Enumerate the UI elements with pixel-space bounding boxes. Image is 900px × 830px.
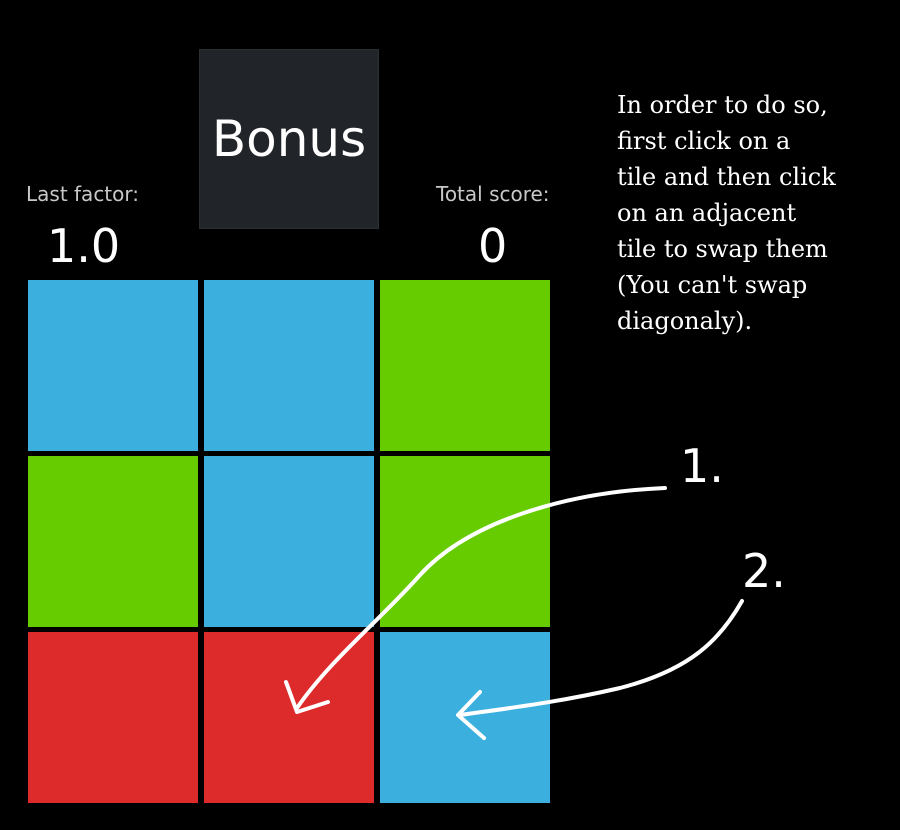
instruction-line: (You can't swap (617, 271, 808, 299)
tile-blue[interactable] (28, 280, 198, 451)
tile-blue[interactable] (204, 280, 374, 451)
tile-red[interactable] (28, 632, 198, 803)
tile-red[interactable] (204, 632, 374, 803)
step-2-label: 2. (742, 544, 786, 598)
instruction-line: diagonaly). (617, 307, 753, 335)
tile-green[interactable] (28, 456, 198, 627)
game-board (28, 280, 550, 805)
last-factor-value: 1.0 (47, 219, 121, 273)
total-score-value: 0 (478, 219, 508, 273)
tile-blue[interactable] (380, 632, 550, 803)
instruction-line: tile and then click (617, 163, 836, 191)
instruction-line: on an adjacent (617, 199, 797, 227)
instruction-line: first click on a (617, 127, 791, 155)
tile-blue[interactable] (204, 456, 374, 627)
step-1-label: 1. (680, 439, 724, 493)
instruction-line: tile to swap them (617, 235, 828, 263)
total-score-label: Total score: (436, 182, 550, 206)
instruction-line: In order to do so, (617, 91, 828, 119)
tile-green[interactable] (380, 456, 550, 627)
bonus-button[interactable]: Bonus (199, 49, 379, 229)
last-factor-label: Last factor: (26, 182, 139, 206)
instructions-text: In order to do so, first click on a tile… (617, 87, 887, 339)
tile-green[interactable] (380, 280, 550, 451)
